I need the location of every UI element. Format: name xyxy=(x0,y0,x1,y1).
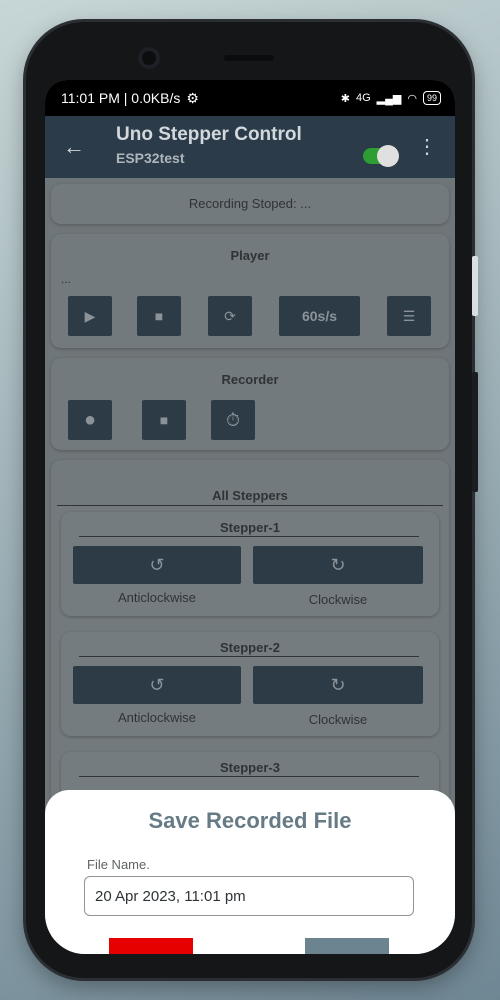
divider xyxy=(79,536,419,537)
recording-status-card: Recording Stoped: ... xyxy=(51,184,449,224)
record-stop-button[interactable]: ■ xyxy=(142,400,186,440)
anticlockwise-button[interactable]: ↺ xyxy=(73,666,241,704)
volume-button xyxy=(472,372,478,492)
anticlockwise-label: Anticlockwise xyxy=(117,590,197,605)
battery-icon: 99 xyxy=(422,91,441,105)
stop-icon: ■ xyxy=(154,308,164,324)
playlist-button[interactable]: ☰ xyxy=(387,296,431,336)
file-name-label: File Name. xyxy=(87,857,150,872)
stop-button[interactable]: ■ xyxy=(137,296,181,336)
play-button[interactable]: ▶ xyxy=(68,296,112,336)
cancel-button[interactable] xyxy=(109,938,193,954)
recorder-title: Recorder xyxy=(221,372,279,387)
clockwise-label: Clockwise xyxy=(308,712,368,727)
stepper-card: Stepper-1 ↺ ↻ Anticlockwise Clockwise xyxy=(61,512,439,616)
connection-toggle[interactable] xyxy=(363,145,399,167)
stop-icon: ■ xyxy=(159,412,169,428)
more-vert-icon[interactable]: ⋮ xyxy=(417,134,437,159)
app-title: Uno Stepper Control xyxy=(116,124,302,145)
anticlockwise-button[interactable]: ↺ xyxy=(73,546,241,584)
clockwise-button[interactable]: ↻ xyxy=(253,666,423,704)
clockwise-button[interactable]: ↻ xyxy=(253,546,423,584)
recorder-card: Recorder ● ■ ⏱ xyxy=(51,358,449,450)
device-name: ESP32test xyxy=(116,150,185,166)
bluetooth-icon: ✱ xyxy=(340,92,350,105)
front-camera xyxy=(138,47,160,69)
stepper-name: Stepper-2 xyxy=(220,640,280,655)
wifi-icon: ◠ xyxy=(407,92,417,105)
divider xyxy=(57,505,443,506)
status-time: 11:01 PM | 0.0KB/s xyxy=(61,90,181,106)
anticlockwise-label: Anticlockwise xyxy=(117,710,197,725)
earpiece-speaker xyxy=(224,55,274,61)
play-icon: ▶ xyxy=(84,307,96,324)
loop-button[interactable]: ⟳ xyxy=(208,296,252,336)
history-icon: ↺ xyxy=(149,554,165,575)
player-card: Player ... ▶ ■ ⟳ 60s/s ☰ xyxy=(51,234,449,348)
history-icon: ↺ xyxy=(149,674,165,695)
screen: 11:01 PM | 0.0KB/s ⚙ ✱ 4G ▂▄▆ ◠ 99 ← Uno… xyxy=(45,80,455,954)
all-steppers-title: All Steppers xyxy=(212,488,288,503)
rate-button[interactable]: 60s/s xyxy=(279,296,360,336)
divider xyxy=(79,776,419,777)
repeat-icon: ⟳ xyxy=(224,307,236,324)
update-icon: ↻ xyxy=(330,554,346,575)
timer-icon: ⏱ xyxy=(225,409,241,430)
file-name-input[interactable]: 20 Apr 2023, 11:01 pm xyxy=(84,876,414,916)
rate-label: 60s/s xyxy=(301,308,338,324)
dialog-title: Save Recorded File xyxy=(148,808,352,833)
player-title: Player xyxy=(230,248,270,263)
stepper-name: Stepper-1 xyxy=(220,520,280,535)
back-arrow-icon[interactable]: ← xyxy=(63,134,85,160)
list-icon: ☰ xyxy=(402,307,416,324)
stepper-card: Stepper-2 ↺ ↻ Anticlockwise Clockwise xyxy=(61,632,439,736)
record-button[interactable]: ● xyxy=(68,400,112,440)
timer-button[interactable]: ⏱ xyxy=(211,400,255,440)
clockwise-label: Clockwise xyxy=(308,592,368,607)
status-bar: 11:01 PM | 0.0KB/s ⚙ ✱ 4G ▂▄▆ ◠ 99 xyxy=(45,80,455,116)
toggle-knob xyxy=(377,145,399,167)
record-icon: ● xyxy=(83,408,97,431)
network-type: 4G xyxy=(355,92,371,104)
stepper-name: Stepper-3 xyxy=(220,760,280,775)
player-info: ... xyxy=(61,272,72,286)
save-file-dialog: Save Recorded File File Name. 20 Apr 202… xyxy=(45,790,455,954)
save-button[interactable] xyxy=(305,938,389,954)
signal-icon: ▂▄▆ xyxy=(376,92,402,105)
power-button xyxy=(472,256,478,316)
divider xyxy=(79,656,419,657)
recording-status-text: Recording Stoped: ... xyxy=(188,196,312,211)
app-bar: ← Uno Stepper Control ESP32test ⋮ xyxy=(45,116,455,178)
settings-icon: ⚙ xyxy=(186,89,199,106)
update-icon: ↻ xyxy=(330,674,346,695)
